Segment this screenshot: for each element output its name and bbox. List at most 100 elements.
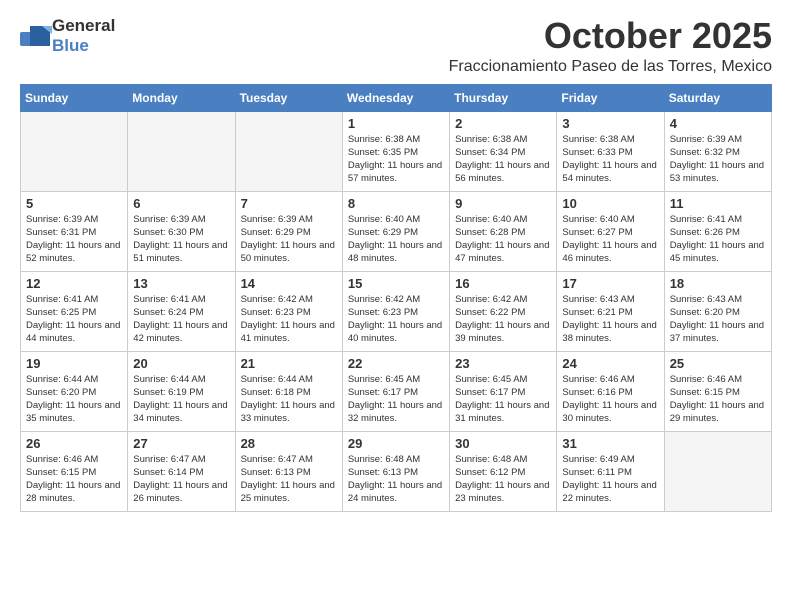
calendar-cell: 11 Sunrise: 6:41 AM Sunset: 6:26 PM Dayli… [664, 191, 771, 271]
calendar-cell: 14 Sunrise: 6:42 AM Sunset: 6:23 PM Dayli… [235, 271, 342, 351]
calendar-cell: 24 Sunrise: 6:46 AM Sunset: 6:16 PM Dayli… [557, 351, 664, 431]
day-number: 30 [455, 436, 551, 451]
weekday-header-sunday: Sunday [21, 84, 128, 111]
day-number: 2 [455, 116, 551, 131]
calendar-cell: 25 Sunrise: 6:46 AM Sunset: 6:15 PM Dayli… [664, 351, 771, 431]
day-number: 19 [26, 356, 122, 371]
calendar-cell: 19 Sunrise: 6:44 AM Sunset: 6:20 PM Dayli… [21, 351, 128, 431]
calendar-week-row: 19 Sunrise: 6:44 AM Sunset: 6:20 PM Dayli… [21, 351, 772, 431]
calendar-cell: 18 Sunrise: 6:43 AM Sunset: 6:20 PM Dayli… [664, 271, 771, 351]
day-info: Sunrise: 6:41 AM Sunset: 6:26 PM Dayligh… [670, 213, 766, 266]
calendar-cell: 17Sunrise: 6:43 AM Sunset: 6:21 PM Dayli… [557, 271, 664, 351]
day-number: 25 [670, 356, 766, 371]
day-number: 8 [348, 196, 444, 211]
calendar-cell [21, 111, 128, 191]
calendar-cell: 29 Sunrise: 6:48 AM Sunset: 6:13 PM Dayli… [342, 431, 449, 511]
weekday-header-friday: Friday [557, 84, 664, 111]
location-title: Fraccionamiento Paseo de las Torres, Mex… [449, 58, 772, 76]
day-info: Sunrise: 6:40 AM Sunset: 6:27 PM Dayligh… [562, 213, 658, 266]
weekday-header-tuesday: Tuesday [235, 84, 342, 111]
calendar-cell: 26 Sunrise: 6:46 AM Sunset: 6:15 PM Dayli… [21, 431, 128, 511]
day-number: 18 [670, 276, 766, 291]
month-title: October 2025 [449, 16, 772, 56]
day-info: Sunrise: 6:47 AM Sunset: 6:13 PM Dayligh… [241, 453, 337, 506]
day-number: 26 [26, 436, 122, 451]
day-number: 29 [348, 436, 444, 451]
day-info: Sunrise: 6:44 AM Sunset: 6:20 PM Dayligh… [26, 373, 122, 426]
calendar-cell: 4 Sunrise: 6:39 AM Sunset: 6:32 PM Daylig… [664, 111, 771, 191]
day-info: Sunrise: 6:43 AM Sunset: 6:20 PM Dayligh… [670, 293, 766, 346]
day-info: Sunrise: 6:44 AM Sunset: 6:18 PM Dayligh… [241, 373, 337, 426]
day-info: Sunrise: 6:48 AM Sunset: 6:13 PM Dayligh… [348, 453, 444, 506]
calendar-cell: 28 Sunrise: 6:47 AM Sunset: 6:13 PM Dayli… [235, 431, 342, 511]
day-number: 11 [670, 196, 766, 211]
weekday-header-thursday: Thursday [450, 84, 557, 111]
day-number: 13 [133, 276, 229, 291]
day-number: 6 [133, 196, 229, 211]
day-info: Sunrise: 6:46 AM Sunset: 6:16 PM Dayligh… [562, 373, 658, 426]
day-info: Sunrise: 6:46 AM Sunset: 6:15 PM Dayligh… [26, 453, 122, 506]
day-info: Sunrise: 6:47 AM Sunset: 6:14 PM Dayligh… [133, 453, 229, 506]
calendar-cell: 31 Sunrise: 6:49 AM Sunset: 6:11 PM Dayli… [557, 431, 664, 511]
day-number: 5 [26, 196, 122, 211]
day-info: Sunrise: 6:39 AM Sunset: 6:29 PM Dayligh… [241, 213, 337, 266]
day-number: 4 [670, 116, 766, 131]
day-number: 10 [562, 196, 658, 211]
day-number: 15 [348, 276, 444, 291]
calendar-cell: 10 Sunrise: 6:40 AM Sunset: 6:27 PM Dayli… [557, 191, 664, 271]
day-info: Sunrise: 6:43 AM Sunset: 6:21 PM Dayligh… [562, 293, 658, 346]
calendar-table: SundayMondayTuesdayWednesdayThursdayFrid… [20, 84, 772, 512]
day-number: 23 [455, 356, 551, 371]
calendar-cell: 12Sunrise: 6:41 AM Sunset: 6:25 PM Dayli… [21, 271, 128, 351]
day-number: 3 [562, 116, 658, 131]
calendar-week-row: 26 Sunrise: 6:46 AM Sunset: 6:15 PM Dayli… [21, 431, 772, 511]
weekday-header-monday: Monday [128, 84, 235, 111]
calendar-cell: 16 Sunrise: 6:42 AM Sunset: 6:22 PM Dayli… [450, 271, 557, 351]
calendar-week-row: 12Sunrise: 6:41 AM Sunset: 6:25 PM Dayli… [21, 271, 772, 351]
calendar-cell: 3 Sunrise: 6:38 AM Sunset: 6:33 PM Daylig… [557, 111, 664, 191]
calendar-cell [128, 111, 235, 191]
day-info: Sunrise: 6:46 AM Sunset: 6:15 PM Dayligh… [670, 373, 766, 426]
day-info: Sunrise: 6:40 AM Sunset: 6:28 PM Dayligh… [455, 213, 551, 266]
day-info: Sunrise: 6:42 AM Sunset: 6:22 PM Dayligh… [455, 293, 551, 346]
day-info: Sunrise: 6:41 AM Sunset: 6:24 PM Dayligh… [133, 293, 229, 346]
day-number: 20 [133, 356, 229, 371]
day-number: 7 [241, 196, 337, 211]
page-header: General Blue October 2025 Fraccionamient… [20, 16, 772, 76]
calendar-cell: 30Sunrise: 6:48 AM Sunset: 6:12 PM Dayli… [450, 431, 557, 511]
day-info: Sunrise: 6:44 AM Sunset: 6:19 PM Dayligh… [133, 373, 229, 426]
calendar-cell: 2Sunrise: 6:38 AM Sunset: 6:34 PM Daylig… [450, 111, 557, 191]
calendar-cell: 20 Sunrise: 6:44 AM Sunset: 6:19 PM Dayli… [128, 351, 235, 431]
logo-icon [20, 26, 48, 46]
day-number: 22 [348, 356, 444, 371]
day-info: Sunrise: 6:38 AM Sunset: 6:33 PM Dayligh… [562, 133, 658, 186]
calendar-cell: 23 Sunrise: 6:45 AM Sunset: 6:17 PM Dayli… [450, 351, 557, 431]
day-number: 1 [348, 116, 444, 131]
day-number: 14 [241, 276, 337, 291]
calendar-cell: 1Sunrise: 6:38 AM Sunset: 6:35 PM Daylig… [342, 111, 449, 191]
calendar-cell [664, 431, 771, 511]
day-info: Sunrise: 6:39 AM Sunset: 6:31 PM Dayligh… [26, 213, 122, 266]
day-info: Sunrise: 6:42 AM Sunset: 6:23 PM Dayligh… [348, 293, 444, 346]
calendar-cell: 21 Sunrise: 6:44 AM Sunset: 6:18 PM Dayli… [235, 351, 342, 431]
day-number: 24 [562, 356, 658, 371]
calendar-cell: 8 Sunrise: 6:40 AM Sunset: 6:29 PM Daylig… [342, 191, 449, 271]
weekday-header-wednesday: Wednesday [342, 84, 449, 111]
day-info: Sunrise: 6:42 AM Sunset: 6:23 PM Dayligh… [241, 293, 337, 346]
day-number: 28 [241, 436, 337, 451]
day-info: Sunrise: 6:41 AM Sunset: 6:25 PM Dayligh… [26, 293, 122, 346]
day-info: Sunrise: 6:45 AM Sunset: 6:17 PM Dayligh… [455, 373, 551, 426]
calendar-cell: 15 Sunrise: 6:42 AM Sunset: 6:23 PM Dayli… [342, 271, 449, 351]
calendar-cell: 7 Sunrise: 6:39 AM Sunset: 6:29 PM Daylig… [235, 191, 342, 271]
day-number: 21 [241, 356, 337, 371]
calendar-cell [235, 111, 342, 191]
calendar-cell: 22Sunrise: 6:45 AM Sunset: 6:17 PM Dayli… [342, 351, 449, 431]
title-area: October 2025 Fraccionamiento Paseo de la… [449, 16, 772, 76]
day-number: 16 [455, 276, 551, 291]
day-info: Sunrise: 6:40 AM Sunset: 6:29 PM Dayligh… [348, 213, 444, 266]
calendar-cell: 13 Sunrise: 6:41 AM Sunset: 6:24 PM Dayli… [128, 271, 235, 351]
calendar-cell: 6Sunrise: 6:39 AM Sunset: 6:30 PM Daylig… [128, 191, 235, 271]
day-info: Sunrise: 6:39 AM Sunset: 6:32 PM Dayligh… [670, 133, 766, 186]
day-info: Sunrise: 6:49 AM Sunset: 6:11 PM Dayligh… [562, 453, 658, 506]
day-number: 31 [562, 436, 658, 451]
